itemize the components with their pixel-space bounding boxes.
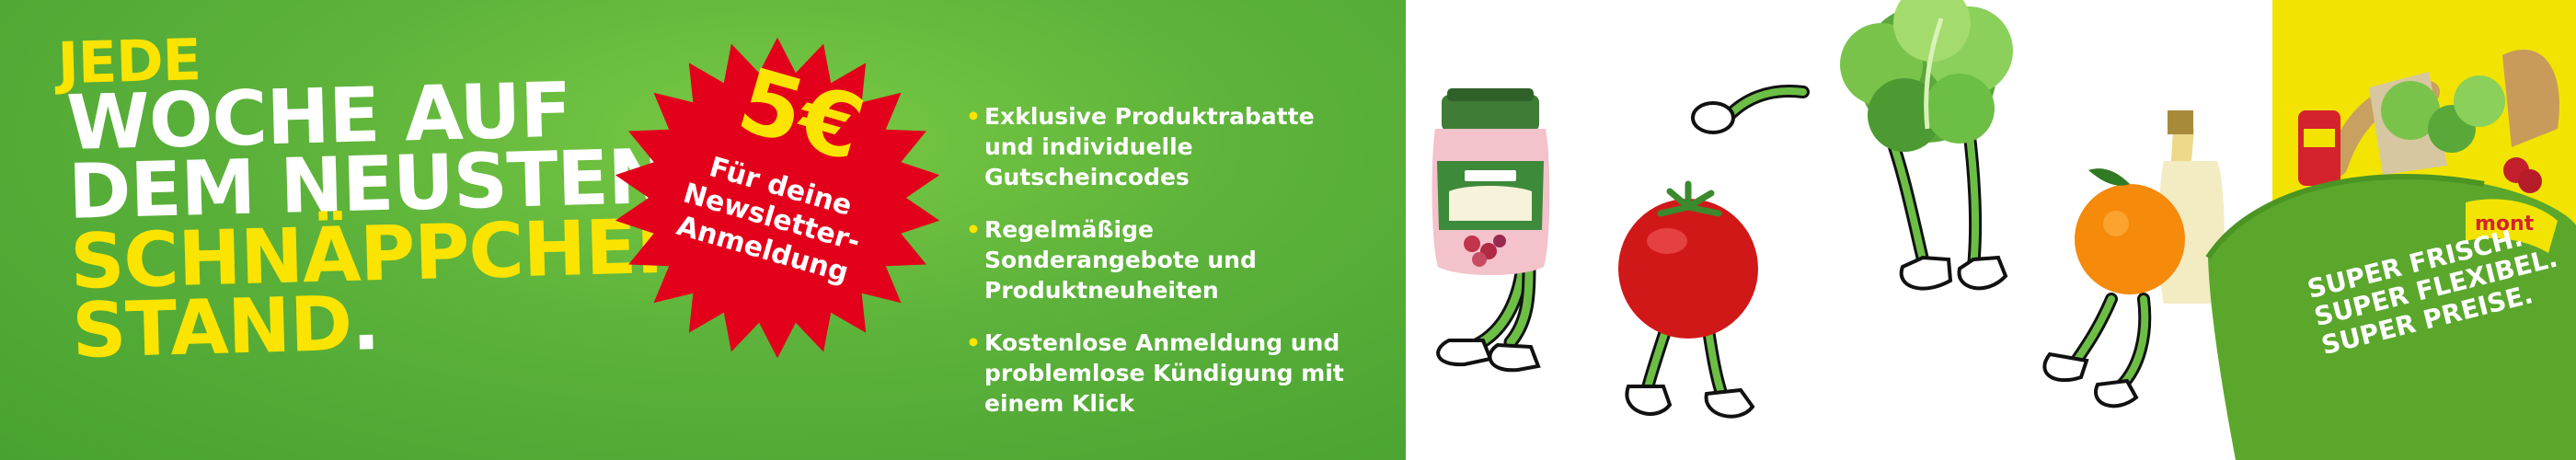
yogurt-jar-icon	[1432, 88, 1550, 373]
benefit-item: Kostenlose Anmeldung und problemlose Kün…	[966, 328, 1371, 419]
tomato-icon	[1618, 180, 1758, 419]
walking-products-illustration: mont	[1432, 0, 2576, 460]
newsletter-banner[interactable]: JEDE WOCHE AUF DEM NEUSTEN SCHNÄPPCHEN- …	[0, 0, 2576, 460]
benefit-item: Regelmäßige Sonderangebote und Produktne…	[966, 214, 1371, 305]
headline-stand: STAND	[71, 281, 353, 376]
benefit-item: Exklusive Produktrabatte und individuell…	[966, 101, 1371, 192]
headline-dot: .	[350, 280, 381, 369]
orange-icon	[2042, 110, 2225, 408]
benefits-list: Exklusive Produktrabatte und individuell…	[966, 101, 1371, 441]
